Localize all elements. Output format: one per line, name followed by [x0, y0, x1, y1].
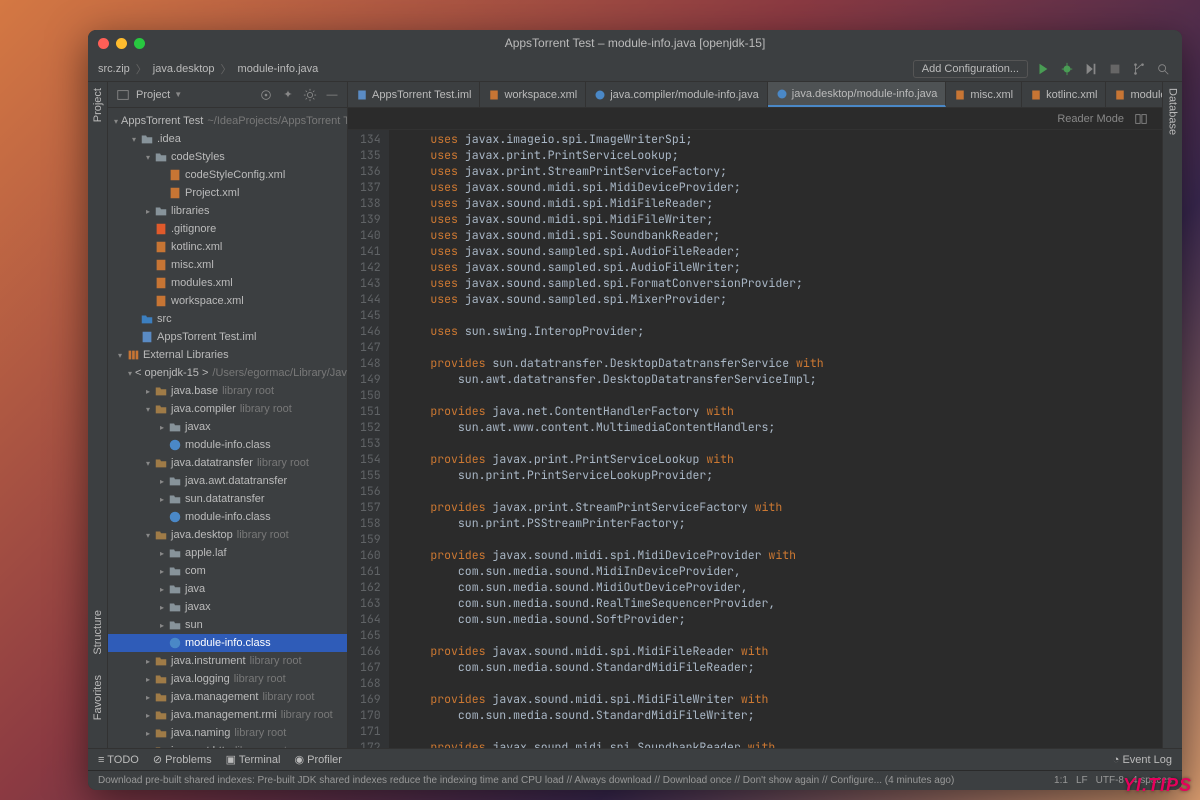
tree-node[interactable]: ▾AppsTorrent Test~/IdeaProjects/AppsTorr… — [108, 112, 347, 130]
code-content[interactable]: uses javax.imageio.spi.ImageWriterSpi; u… — [389, 130, 824, 748]
tree-node[interactable]: ▾.idea — [108, 130, 347, 148]
tree-node[interactable]: Project.xml — [108, 184, 347, 202]
crumb[interactable]: src.zip — [98, 63, 130, 75]
tree-node[interactable]: ▸java.baselibrary root — [108, 382, 347, 400]
tab-terminal[interactable]: ▣ Terminal — [226, 753, 281, 766]
tree-node[interactable]: ▸java.naminglibrary root — [108, 724, 347, 742]
tree-node[interactable]: ▸com — [108, 562, 347, 580]
watermark: YI.TIPS — [1123, 775, 1192, 796]
nav-bar: src.zip〉 java.desktop〉 module-info.java … — [88, 56, 1182, 82]
status-message[interactable]: Download pre-built shared indexes: Pre-b… — [98, 775, 954, 786]
tree-node[interactable]: workspace.xml — [108, 292, 347, 310]
editor-tab[interactable]: kotlinc.xml — [1022, 82, 1106, 107]
rail-favorites[interactable]: Favorites — [92, 675, 104, 720]
tree-node[interactable]: ▾java.compilerlibrary root — [108, 400, 347, 418]
status-bar: Download pre-built shared indexes: Pre-b… — [88, 770, 1182, 790]
file-encoding[interactable]: UTF-8 — [1096, 775, 1124, 786]
hide-icon[interactable]: — — [323, 86, 341, 104]
tree-node[interactable]: ▸sun — [108, 616, 347, 634]
tree-node[interactable]: ▸javax — [108, 598, 347, 616]
breadcrumb: src.zip〉 java.desktop〉 module-info.java — [98, 61, 318, 77]
editor-tab[interactable]: AppsTorrent Test.iml — [348, 82, 480, 107]
tree-node[interactable]: ▸java.instrumentlibrary root — [108, 652, 347, 670]
editor-toolbar: Reader Mode — [348, 108, 1162, 130]
git-branch-icon[interactable] — [1130, 60, 1148, 78]
caret-position[interactable]: 1:1 — [1054, 775, 1068, 786]
tree-node[interactable]: ▸javax — [108, 418, 347, 436]
crumb[interactable]: java.desktop — [153, 63, 215, 75]
add-configuration-button[interactable]: Add Configuration... — [913, 60, 1028, 78]
tree-node[interactable]: module-info.class — [108, 436, 347, 454]
tree-node[interactable]: ▸java — [108, 580, 347, 598]
tree-node[interactable]: ▸libraries — [108, 202, 347, 220]
run-icon[interactable] — [1034, 60, 1052, 78]
tree-node[interactable]: ▸java.awt.datatransfer — [108, 472, 347, 490]
tree-node[interactable]: ▾< openjdk-15 >/Users/egormac/Library/Ja… — [108, 364, 347, 382]
tree-node[interactable]: ▾External Libraries — [108, 346, 347, 364]
line-separator[interactable]: LF — [1076, 775, 1088, 786]
tab-profiler[interactable]: ◉ Profiler — [294, 753, 342, 766]
tree-node[interactable]: ▸sun.datatransfer — [108, 490, 347, 508]
editor-tab[interactable]: modules.xml — [1106, 82, 1162, 107]
expand-all-icon[interactable]: ✦ — [279, 86, 297, 104]
tree-node[interactable]: src — [108, 310, 347, 328]
tree-node[interactable]: ▾codeStyles — [108, 148, 347, 166]
tab-problems[interactable]: ⊘ Problems — [153, 753, 212, 766]
right-tool-rail: Database — [1162, 82, 1182, 748]
stop-icon[interactable] — [1106, 60, 1124, 78]
editor-tab[interactable]: workspace.xml — [480, 82, 586, 107]
project-view-icon[interactable] — [114, 86, 132, 104]
code-editor[interactable]: 1341351361371381391401411421431441451461… — [348, 130, 1162, 748]
rail-structure[interactable]: Structure — [92, 610, 104, 655]
editor-tab[interactable]: java.compiler/module-info.java — [586, 82, 768, 107]
sidebar-title: Project — [136, 89, 170, 101]
line-gutter[interactable]: 1341351361371381391401411421431441451461… — [348, 130, 389, 748]
event-log-button[interactable]: ◔ Event Log — [1113, 754, 1172, 766]
rail-project[interactable]: Project — [92, 88, 104, 122]
tree-node[interactable]: ▸java.logginglibrary root — [108, 670, 347, 688]
project-tree[interactable]: ▾AppsTorrent Test~/IdeaProjects/AppsTorr… — [108, 108, 347, 748]
left-tool-rail: Project Structure Favorites — [88, 82, 108, 748]
debug-icon[interactable] — [1058, 60, 1076, 78]
run-coverage-icon[interactable] — [1082, 60, 1100, 78]
tree-node[interactable]: .gitignore — [108, 220, 347, 238]
tree-node[interactable]: codeStyleConfig.xml — [108, 166, 347, 184]
window-title: AppsTorrent Test – module-info.java [ope… — [88, 36, 1182, 50]
tree-node[interactable]: ▸apple.laf — [108, 544, 347, 562]
tree-node[interactable]: module-info.class — [108, 634, 347, 652]
tree-node[interactable]: ▸java.management.rmilibrary root — [108, 706, 347, 724]
tree-node[interactable]: misc.xml — [108, 256, 347, 274]
tree-node[interactable]: module-info.class — [108, 508, 347, 526]
project-sidebar: Project ▼ ✦ — ▾AppsTorrent Test~/IdeaPro… — [108, 82, 348, 748]
tab-todo[interactable]: ≡ TODO — [98, 754, 139, 766]
editor-tab[interactable]: java.desktop/module-info.java — [768, 82, 947, 107]
titlebar[interactable]: AppsTorrent Test – module-info.java [ope… — [88, 30, 1182, 56]
rail-database[interactable]: Database — [1167, 88, 1179, 135]
reader-mode-label[interactable]: Reader Mode — [1057, 113, 1124, 125]
editor-tabs: AppsTorrent Test.imlworkspace.xmljava.co… — [348, 82, 1162, 108]
ide-window: AppsTorrent Test – module-info.java [ope… — [88, 30, 1182, 790]
tree-node[interactable]: ▸java.managementlibrary root — [108, 688, 347, 706]
gear-icon[interactable] — [301, 86, 319, 104]
tree-node[interactable]: ▾java.datatransferlibrary root — [108, 454, 347, 472]
search-icon[interactable] — [1154, 60, 1172, 78]
bottom-tool-tabs: ≡ TODO ⊘ Problems ▣ Terminal ◉ Profiler … — [88, 748, 1182, 770]
reader-mode-icon[interactable] — [1132, 110, 1150, 128]
editor-tab[interactable]: misc.xml — [946, 82, 1022, 107]
editor-area: AppsTorrent Test.imlworkspace.xmljava.co… — [348, 82, 1162, 748]
select-opened-icon[interactable] — [257, 86, 275, 104]
tree-node[interactable]: modules.xml — [108, 274, 347, 292]
crumb[interactable]: module-info.java — [238, 63, 319, 75]
sidebar-header: Project ▼ ✦ — — [108, 82, 347, 108]
tree-node[interactable]: AppsTorrent Test.iml — [108, 328, 347, 346]
tree-node[interactable]: kotlinc.xml — [108, 238, 347, 256]
tree-node[interactable]: ▾java.desktoplibrary root — [108, 526, 347, 544]
